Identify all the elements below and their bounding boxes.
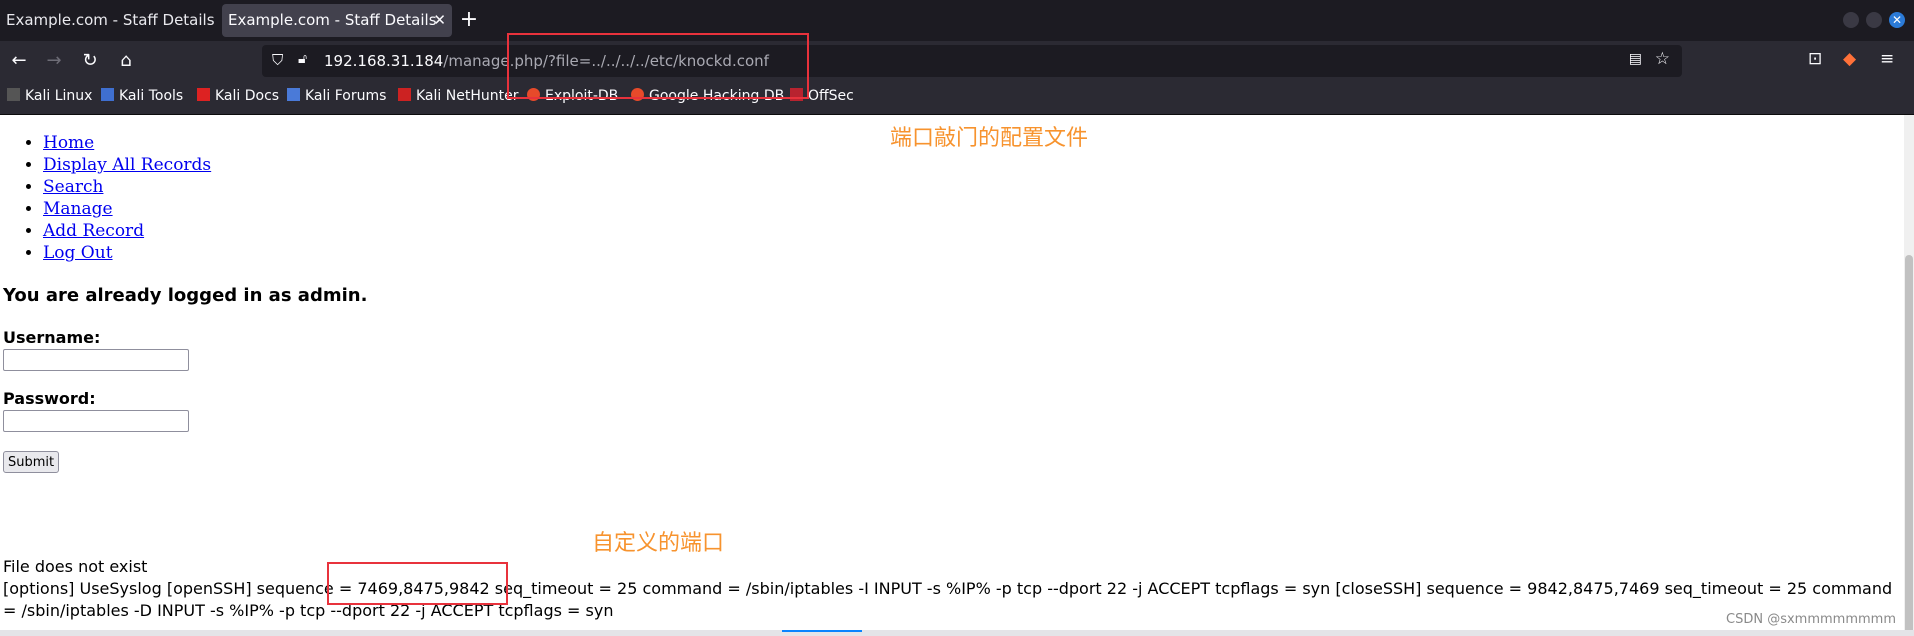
bookmark-kali-linux[interactable]: Kali Linux (7, 88, 92, 104)
scrollbar-thumb[interactable] (1905, 255, 1913, 635)
devtools-strip (0, 630, 1914, 636)
back-button[interactable]: ← (5, 47, 33, 75)
close-tab-icon[interactable]: ✕ (433, 4, 446, 37)
username-label: Username: (3, 328, 101, 347)
tab-title: Example.com - Staff Details (6, 11, 215, 29)
file-output: File does not exist [options] UseSyslog … (3, 556, 1893, 622)
navigation-bar: ← → ↻ ⌂ ⛉ 🔓︎ 192.168.31.184/manage.php/?… (0, 41, 1914, 82)
nav-link-search[interactable]: Search (43, 177, 103, 197)
nav-link-display-all-records[interactable]: Display All Records (43, 155, 211, 175)
close-window-button[interactable]: ✕ (1889, 12, 1905, 28)
bookmark-kali-tools[interactable]: Kali Tools (101, 88, 183, 104)
reload-button[interactable]: ↻ (76, 47, 104, 75)
address-bar[interactable]: ⛉ 🔓︎ 192.168.31.184/manage.php/?file=../… (262, 45, 1682, 77)
logged-in-message: You are already logged in as admin. (3, 285, 368, 306)
submit-button[interactable]: Submit (3, 451, 60, 473)
kali-tools-icon (101, 88, 114, 101)
password-label: Password: (3, 389, 96, 408)
ports-highlight-box (327, 562, 508, 605)
list-item: Display All Records (43, 154, 211, 176)
extension-icon[interactable]: ◆ (1843, 49, 1856, 69)
reader-view-icon[interactable]: ▤ (1629, 51, 1642, 67)
nav-link-manage[interactable]: Manage (43, 199, 113, 219)
shield-icon[interactable]: ⛉ (272, 51, 283, 69)
page-scrollbar[interactable] (1904, 115, 1914, 636)
minimize-button[interactable] (1843, 12, 1859, 28)
bookmark-kali-nethunter[interactable]: Kali NetHunter (398, 88, 518, 104)
tab-bar: Example.com - Staff Details Example.com … (0, 0, 1914, 41)
nav-link-log-out[interactable]: Log Out (43, 243, 113, 263)
username-field[interactable] (3, 349, 189, 371)
new-tab-button[interactable]: + (455, 6, 483, 34)
nethunter-icon (398, 88, 411, 101)
watermark: CSDN @sxmmmmmmmm (1726, 612, 1896, 627)
config-file-annotation: 端口敲门的配置文件 (890, 126, 1089, 151)
kali-icon (7, 88, 20, 101)
menu-icon[interactable]: ≡ (1880, 49, 1894, 69)
tab-staff-details-2[interactable]: Example.com - Staff Details ✕ (222, 4, 452, 37)
list-item: Home (43, 132, 211, 154)
pocket-icon[interactable]: ⊡ (1808, 49, 1822, 69)
custom-ports-annotation: 自定义的端口 (592, 531, 725, 556)
file-not-exist-text: File does not exist (3, 557, 148, 576)
forward-button[interactable]: → (40, 47, 68, 75)
kali-docs-icon (197, 88, 210, 101)
tab-staff-details-1[interactable]: Example.com - Staff Details (0, 4, 218, 37)
site-nav-list: Home Display All Records Search Manage A… (22, 132, 211, 264)
password-field[interactable] (3, 410, 189, 432)
list-item: Log Out (43, 242, 211, 264)
lock-icon[interactable]: 🔓︎ (298, 51, 307, 67)
list-item: Search (43, 176, 211, 198)
bookmark-star-icon[interactable]: ☆ (1655, 49, 1670, 69)
nav-link-add-record[interactable]: Add Record (43, 221, 144, 241)
nav-link-home[interactable]: Home (43, 133, 94, 153)
list-item: Add Record (43, 220, 211, 242)
bookmark-kali-forums[interactable]: Kali Forums (287, 88, 386, 104)
page-content: Home Display All Records Search Manage A… (0, 115, 1904, 636)
url-host: 192.168.31.184 (324, 52, 444, 70)
maximize-button[interactable] (1866, 12, 1882, 28)
home-button[interactable]: ⌂ (112, 47, 140, 75)
kali-forums-icon (287, 88, 300, 101)
knockd-config-text: [options] UseSyslog [openSSH] sequence =… (3, 579, 1893, 620)
bookmark-kali-docs[interactable]: Kali Docs (197, 88, 279, 104)
bookmarks-bar: Kali Linux Kali Tools Kali Docs Kali For… (0, 82, 1914, 115)
tab-title: Example.com - Staff Details (228, 11, 437, 29)
list-item: Manage (43, 198, 211, 220)
active-panel-indicator (782, 630, 862, 632)
url-highlight-box (507, 33, 809, 99)
